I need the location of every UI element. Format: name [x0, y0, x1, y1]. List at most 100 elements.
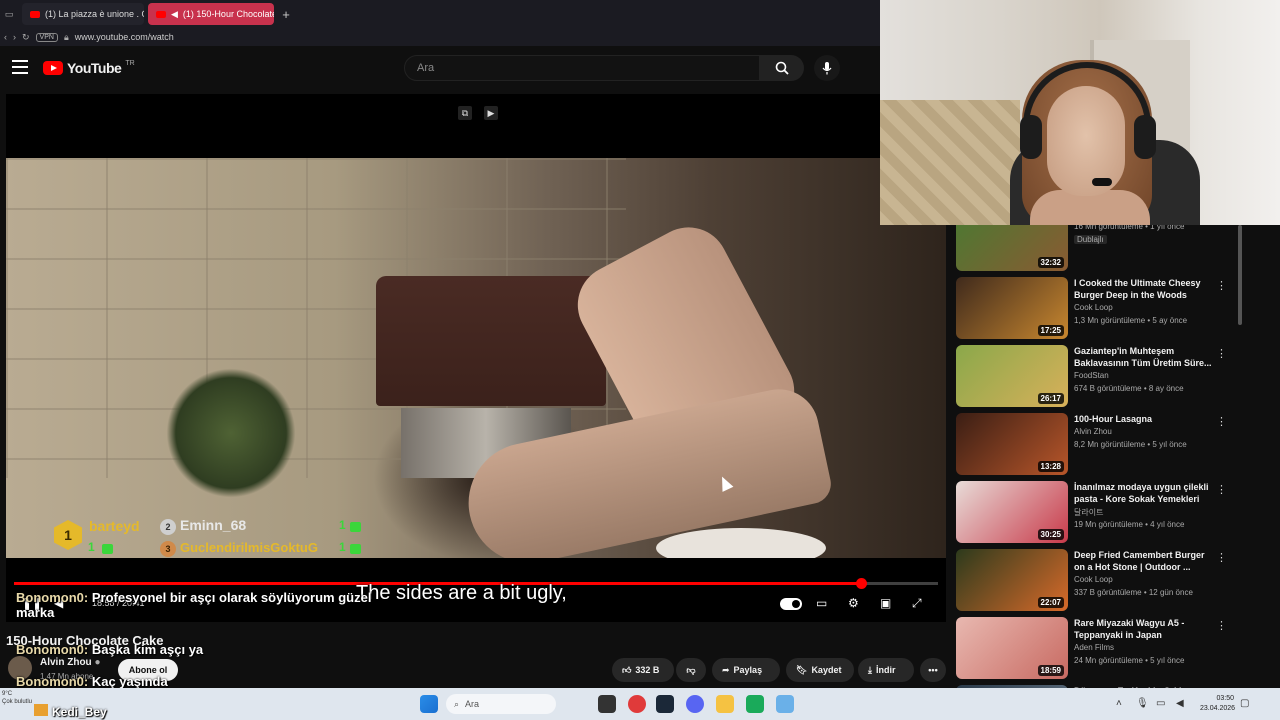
taskbar-search[interactable]: ⌕ Ara [446, 694, 556, 714]
more-actions-button[interactable]: ••• [920, 658, 946, 682]
recommendation-thumbnail[interactable]: 32:32 [956, 225, 1068, 271]
recommendation-item[interactable]: 32:32Vanzai16 Mn görüntüleme • 1 yıl önc… [956, 225, 1236, 273]
recommendation-item[interactable]: 18:59 Rare Miyazaki Wagyu A5 - Teppanyaki… [956, 617, 1236, 681]
scrollbar[interactable] [1238, 225, 1242, 325]
more-options-icon[interactable]: ⋮ [1216, 279, 1227, 292]
new-tab-button[interactable]: + [278, 7, 294, 22]
task-view-icon[interactable] [598, 695, 616, 713]
youtube-favicon-icon [156, 10, 166, 18]
recommendation-channel[interactable]: Cook Loop [1074, 575, 1113, 584]
duration-badge: 30:25 [1037, 529, 1064, 540]
recommendation-channel[interactable]: Aden Films [1074, 643, 1114, 652]
recommendation-thumbnail[interactable]: 18:59 [956, 617, 1068, 679]
recommendation-channel[interactable]: Cook Loop [1074, 303, 1113, 312]
tab-overview-icon[interactable]: ▭ [0, 0, 18, 28]
tab-la-piazza[interactable]: (1) La piazza è unione . Og [22, 3, 144, 25]
windows-taskbar: 9°C Çok bulutlu ⌕ Ara ˄ 🎙︎ ▭ ◀︎ 03:50 23… [0, 688, 1280, 720]
video-player[interactable]: ⧉ ▶︎ 1 barteyd 1 2 Eminn_68 1 3 Guclendi… [6, 94, 946, 622]
rank-1-badge: 1 [54, 520, 82, 550]
leader-1-name: barteyd [89, 518, 140, 534]
subtitles-icon[interactable]: ▭ [816, 596, 827, 610]
video-frame[interactable] [6, 158, 946, 558]
more-options-icon[interactable]: ⋮ [1216, 483, 1227, 496]
discord-icon[interactable] [686, 695, 704, 713]
dislike-button[interactable]: 👎︎ [676, 658, 706, 682]
recommendation-title[interactable]: I Cooked the Ultimate Cheesy Burger Deep… [1074, 277, 1212, 301]
like-button[interactable]: 👍︎ 332 B [612, 658, 674, 682]
network-tray-icon[interactable]: ▭ [1156, 698, 1165, 709]
chat-avatar-icon [34, 704, 48, 716]
voice-search-button[interactable] [814, 55, 840, 81]
search-input[interactable]: Ara [404, 55, 760, 81]
recommendation-title[interactable]: 100-Hour Lasagna [1074, 413, 1212, 425]
reload-icon[interactable]: ↻ [22, 32, 30, 43]
recommendation-title[interactable]: İnanılmaz modaya uygun çilekli pasta - K… [1074, 481, 1212, 505]
more-options-icon[interactable]: ⋮ [1216, 347, 1227, 360]
webcam-overlay [880, 0, 1280, 225]
volume-tray-icon[interactable]: ◀︎ [1176, 698, 1184, 709]
file-explorer-icon[interactable] [716, 695, 734, 713]
recommendation-thumbnail[interactable]: 26:17 [956, 345, 1068, 407]
theater-mode-icon[interactable]: ▣ [880, 596, 891, 610]
progress-scrubber[interactable] [856, 578, 868, 589]
recommendation-thumbnail[interactable]: 22:07 [956, 549, 1068, 611]
recommendation-meta: 24 Mn görüntüleme • 5 yıl önce [1074, 656, 1185, 665]
vpn-badge[interactable]: VPN [35, 32, 58, 42]
duration-badge: 22:07 [1037, 597, 1064, 608]
more-options-icon[interactable]: ⋮ [1216, 415, 1227, 428]
share-button[interactable]: ➦ Paylaş [712, 658, 780, 682]
weather-widget[interactable]: 9°C Çok bulutlu [2, 690, 32, 706]
recommendation-title[interactable]: Deep Fried Camembert Burger on a Hot Sto… [1074, 549, 1212, 573]
fullscreen-icon[interactable]: ⤢ [912, 596, 922, 611]
tray-chevron-icon[interactable]: ˄ [1116, 698, 1122, 709]
channel-name[interactable]: Alvin Zhou ● [40, 657, 101, 668]
download-button[interactable]: ⤓ İndir [858, 658, 914, 682]
gem-icon [350, 544, 361, 554]
recommendation-channel[interactable]: Alvin Zhou [1074, 427, 1112, 436]
recommendation-item[interactable]: 26:17 Gaziantep'in Muhteşem Baklavasının … [956, 345, 1236, 409]
recommendation-thumbnail[interactable]: 13:28 [956, 413, 1068, 475]
network-app-icon[interactable] [776, 695, 794, 713]
recommendation-item[interactable]: 30:25 İnanılmaz modaya uygun çilekli past… [956, 481, 1236, 545]
share-icon: ➦ [722, 664, 730, 675]
speaker-icon: ◀ [171, 8, 178, 19]
search-icon: ⌕ [454, 698, 460, 709]
save-button[interactable]: 🔖︎ Kaydet [786, 658, 854, 682]
url-field[interactable]: www.youtube.com/watch [75, 32, 174, 42]
recommendation-meta: 1,3 Mn görüntüleme • 5 ay önce [1074, 316, 1188, 325]
next-video-icon[interactable]: ▶︎ [484, 106, 498, 120]
windows-start-icon[interactable] [420, 695, 438, 713]
plant [166, 368, 296, 498]
taskbar-clock[interactable]: 03:50 23.04.2026 [1200, 694, 1235, 714]
miniplayer-icon[interactable]: ⧉ [458, 106, 472, 120]
more-options-icon[interactable]: ⋮ [1216, 551, 1227, 564]
recommendation-title[interactable]: Gaziantep'in Muhteşem Baklavasının Tüm Ü… [1074, 345, 1212, 369]
opera-icon[interactable] [628, 695, 646, 713]
notifications-icon[interactable]: ▢ [1240, 698, 1249, 709]
settings-gear-icon[interactable]: ⚙︎ [848, 596, 859, 610]
autoplay-toggle[interactable] [780, 598, 802, 610]
recommendation-channel[interactable]: FoodStan [1074, 371, 1109, 380]
webcam-headset-ear [1020, 115, 1042, 159]
bowl [656, 528, 826, 558]
microphone-tray-icon[interactable]: 🎙︎ [1136, 698, 1149, 709]
recommendation-item[interactable]: 22:07 Deep Fried Camembert Burger on a Ho… [956, 549, 1236, 613]
app-icon[interactable] [746, 695, 764, 713]
recommendation-meta: 674 B görüntüleme • 8 ay önce [1074, 384, 1184, 393]
recommendation-item[interactable]: 13:28 100-Hour Lasagna Alvin Zhou 8,2 Mn gö… [956, 413, 1236, 477]
forward-icon[interactable]: › [13, 32, 16, 42]
recommendation-channel[interactable]: 달라이트 [1074, 507, 1103, 518]
youtube-play-icon [43, 61, 63, 75]
recommendation-title[interactable]: Rare Miyazaki Wagyu A5 - Teppanyaki in J… [1074, 617, 1212, 641]
more-options-icon[interactable]: ⋮ [1216, 619, 1227, 632]
youtube-logo[interactable]: YouTube TR [43, 60, 135, 76]
recommendation-thumbnail[interactable]: 17:25 [956, 277, 1068, 339]
tab-chocolate-cake[interactable]: ◀ (1) 150-Hour Chocolate [148, 3, 274, 25]
back-icon[interactable]: ‹ [4, 32, 7, 42]
menu-icon[interactable] [12, 60, 28, 74]
search-button[interactable] [760, 55, 804, 81]
video-title: 150-Hour Chocolate Cake [6, 633, 164, 648]
steam-icon[interactable] [656, 695, 674, 713]
recommendation-item[interactable]: 17:25 I Cooked the Ultimate Cheesy Burger… [956, 277, 1236, 341]
recommendation-thumbnail[interactable]: 30:25 [956, 481, 1068, 543]
